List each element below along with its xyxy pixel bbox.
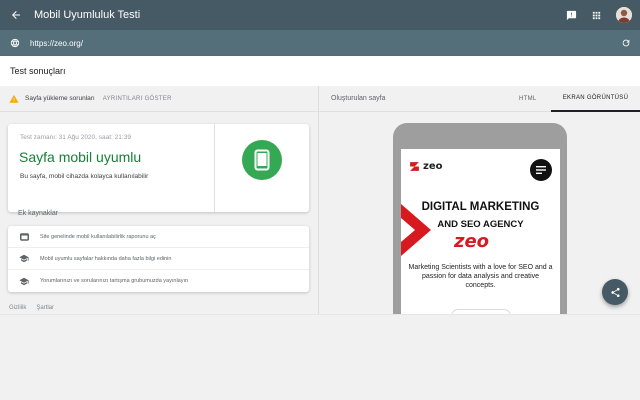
resource-item-forum[interactable]: Yorumlarınızı ve sorularınızı tartışma g… (8, 270, 309, 292)
result-card: Test zamanı: 31 Ağu 2020, saat: 21:39 Sa… (8, 124, 309, 212)
web-icon (19, 232, 29, 241)
share-icon (610, 287, 620, 297)
page-title: Test sonuçları (10, 66, 66, 76)
avatar[interactable] (616, 7, 632, 23)
show-details-link[interactable]: AYRINTILARI GÖSTER (103, 96, 172, 102)
result-headline: Sayfa mobil uyumlu (19, 149, 142, 165)
results-panel: Sayfa yükleme sorunları AYRINTILARI GÖST… (0, 86, 318, 314)
resources-list: Site genelinde mobil kullanılabilirlik r… (8, 226, 309, 292)
share-button[interactable] (602, 279, 628, 305)
resource-item-report[interactable]: Site genelinde mobil kullanılabilirlik r… (8, 226, 309, 248)
globe-icon (10, 38, 20, 48)
privacy-link[interactable]: Gizlilik (9, 305, 26, 311)
resource-item-learn[interactable]: Mobil uyumlu sayfalar hakkında daha fazl… (8, 248, 309, 270)
school-icon (19, 254, 29, 263)
apps-grid-icon[interactable] (591, 10, 602, 21)
result-description: Bu sayfa, mobil cihazda kolayca kullanıl… (20, 173, 149, 180)
preview-heading-line1: DIGITAL MARKETING (421, 201, 540, 213)
app-bar: Mobil Uyumluluk Testi (0, 0, 640, 30)
zeo-logo-mark-icon (410, 162, 419, 171)
tab-screenshot[interactable]: EKRAN GÖRÜNTÜSÜ (551, 86, 640, 112)
footer-links: Gizlilik Şartlar (9, 305, 54, 311)
logo-text: zeo (423, 161, 443, 172)
test-time: Test zamanı: 31 Ağu 2020, saat: 21:39 (20, 134, 131, 141)
preview-brand: zeo (454, 231, 490, 252)
zeo-logo: zeo (409, 161, 442, 172)
app-title: Mobil Uyumluluk Testi (34, 9, 141, 21)
tab-html[interactable]: HTML (519, 96, 537, 102)
results-header: Test sonuçları (0, 56, 640, 86)
school-icon (19, 277, 29, 285)
warning-row: Sayfa yükleme sorunları AYRINTILARI GÖST… (0, 86, 318, 112)
feedback-icon[interactable] (566, 10, 577, 21)
page-screenshot: zeo DIGITAL MARKETING AND SEO AGENCY zeo… (401, 149, 560, 314)
resource-label: Yorumlarınızı ve sorularınızı tartışma g… (40, 278, 189, 284)
menu-icon (536, 166, 546, 174)
preview-heading-line2: AND SEO AGENCY (437, 219, 524, 230)
url-bar: https://zeo.org/ (0, 30, 640, 56)
card-divider (214, 124, 215, 212)
preview-tabs: Oluşturulan sayfa HTML EKRAN GÖRÜNTÜSÜ (319, 86, 640, 112)
warning-icon (9, 94, 19, 103)
user-photo-icon (616, 7, 632, 23)
refresh-icon[interactable] (621, 38, 631, 48)
preview-description: Marketing Scientists with a love for SEO… (408, 264, 553, 289)
resource-label: Mobil uyumlu sayfalar hakkında daha fazl… (40, 255, 172, 262)
page-background (0, 314, 640, 400)
smartphone-icon (254, 149, 270, 171)
hamburger-menu-button (530, 159, 552, 181)
terms-link[interactable]: Şartlar (36, 305, 54, 311)
resource-label: Site genelinde mobil kullanılabilirlik r… (40, 233, 156, 240)
back-button[interactable] (2, 0, 30, 30)
rendered-page-panel: Oluşturulan sayfa HTML EKRAN GÖRÜNTÜSÜ z… (319, 86, 640, 323)
resources-heading: Ek kaynaklar (18, 210, 59, 217)
url-text[interactable]: https://zeo.org/ (30, 39, 83, 48)
arrow-back-icon (12, 11, 20, 19)
rendered-page-label: Oluşturulan sayfa (331, 95, 386, 102)
warning-text: Sayfa yükleme sorunları (25, 95, 95, 102)
mobile-status-badge (242, 140, 282, 180)
